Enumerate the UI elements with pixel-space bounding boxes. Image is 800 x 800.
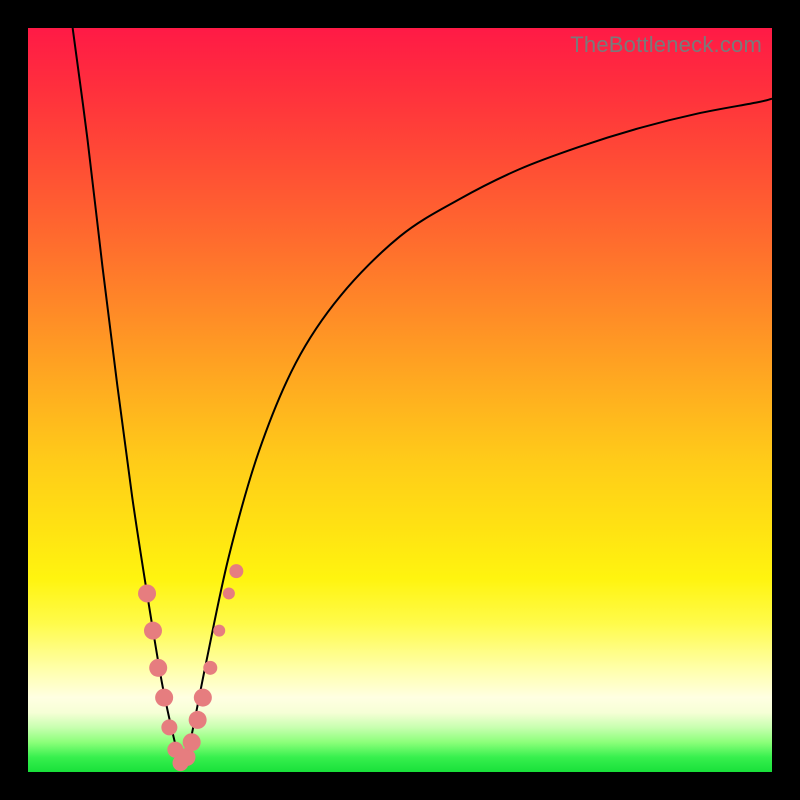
right-branch-line — [184, 99, 772, 765]
markers-group — [138, 564, 243, 771]
data-marker — [194, 689, 212, 707]
data-marker — [203, 661, 217, 675]
data-marker — [183, 733, 201, 751]
data-marker — [189, 711, 207, 729]
data-marker — [138, 584, 156, 602]
attribution-watermark: TheBottleneck.com — [570, 32, 762, 58]
left-branch-line — [73, 28, 181, 765]
plot-area: TheBottleneck.com — [28, 28, 772, 772]
data-marker — [213, 625, 225, 637]
chart-svg — [28, 28, 772, 772]
data-marker — [155, 689, 173, 707]
chart-container: TheBottleneck.com — [0, 0, 800, 800]
data-marker — [223, 587, 235, 599]
data-marker — [144, 622, 162, 640]
data-marker — [161, 719, 177, 735]
data-marker — [149, 659, 167, 677]
data-marker — [229, 564, 243, 578]
